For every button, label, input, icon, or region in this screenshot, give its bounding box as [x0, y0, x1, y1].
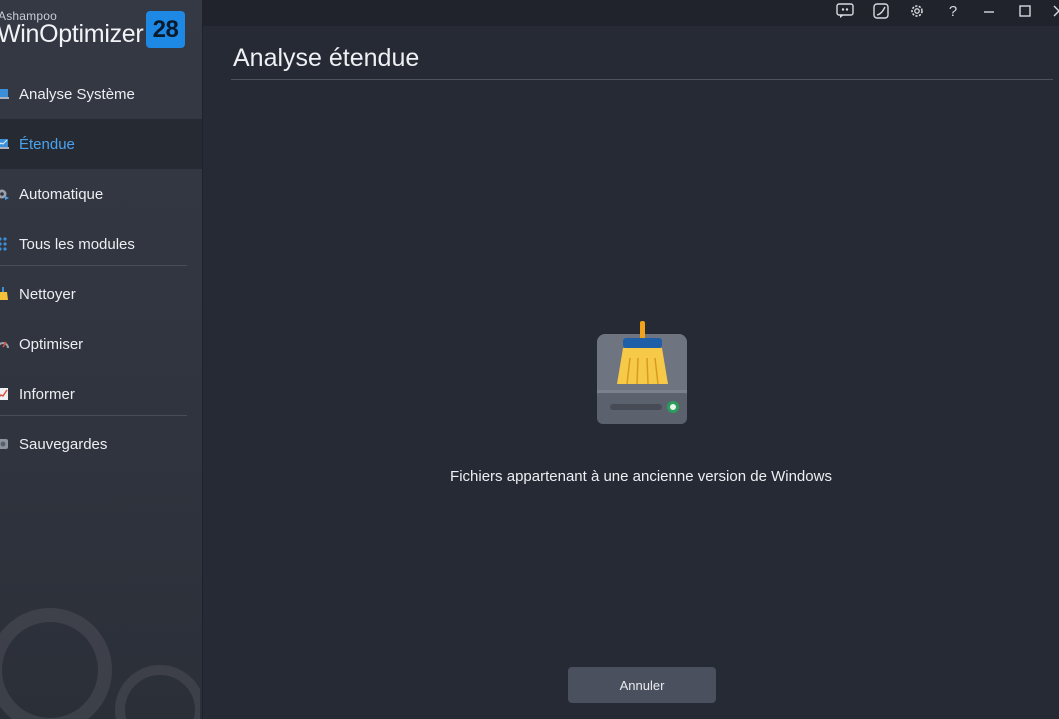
sidebar-item-optimiser[interactable]: Optimiser: [0, 319, 202, 369]
close-icon[interactable]: [1043, 0, 1059, 22]
cancel-button[interactable]: Annuler: [568, 667, 716, 703]
sidebar-background-decoration: [0, 608, 200, 719]
nav-divider: [0, 415, 187, 416]
version-badge: 28: [146, 11, 185, 48]
sidebar-item-analyse-systeme[interactable]: Analyse Système: [0, 69, 202, 119]
sidebar-item-informer[interactable]: Informer: [0, 369, 202, 419]
gauge-icon: [0, 337, 9, 351]
minimize-icon[interactable]: [973, 0, 1005, 22]
sidebar-item-label: Tous les modules: [19, 235, 135, 253]
maximize-icon[interactable]: [1009, 0, 1041, 22]
sidebar-item-label: Étendue: [19, 135, 75, 153]
sidebar-item-tous-les-modules[interactable]: Tous les modules: [0, 219, 202, 269]
feedback-icon[interactable]: [829, 0, 861, 22]
gear-play-icon: [0, 187, 9, 201]
sidebar-item-automatique[interactable]: Automatique: [0, 169, 202, 219]
brand-product: WinOptimizer: [0, 20, 144, 48]
sidebar-item-label: Sauvegardes: [19, 435, 108, 453]
app-logo: Ashampoo WinOptimizer 28: [0, 0, 202, 80]
settings-icon[interactable]: [901, 0, 933, 22]
sidebar-item-sauvegardes[interactable]: Sauvegardes: [0, 419, 202, 469]
disk-icon: [0, 437, 9, 451]
help-icon[interactable]: ?: [937, 0, 969, 22]
broom-icon: [0, 287, 9, 301]
sidebar-item-label: Optimiser: [19, 335, 84, 353]
drive-broom-icon: [590, 318, 694, 430]
grid-dots-icon: [0, 237, 9, 251]
sidebar-item-etendue[interactable]: Étendue: [0, 119, 202, 169]
sidebar-item-label: Nettoyer: [19, 285, 76, 303]
sidebar-item-nettoyer[interactable]: Nettoyer: [0, 269, 202, 319]
nav-divider: [0, 265, 187, 266]
sidebar-item-label: Analyse Système: [19, 85, 135, 103]
page-title: Analyse étendue: [233, 44, 420, 72]
laptop-chart-icon: [0, 137, 9, 151]
scan-status-text: Fichiers appartenant à une ancienne vers…: [450, 468, 832, 485]
chart-icon: [0, 387, 9, 401]
sidebar: Ashampoo WinOptimizer 28 Analyse Système…: [0, 0, 203, 719]
title-divider: [231, 79, 1053, 80]
sidebar-nav: Analyse Système Étendue Automatique Tous…: [0, 69, 202, 469]
sidebar-item-label: Informer: [19, 385, 75, 403]
laptop-icon: [0, 87, 9, 101]
sidebar-item-label: Automatique: [19, 185, 104, 203]
title-bar: ?: [202, 0, 1059, 26]
theme-icon[interactable]: [865, 0, 897, 22]
